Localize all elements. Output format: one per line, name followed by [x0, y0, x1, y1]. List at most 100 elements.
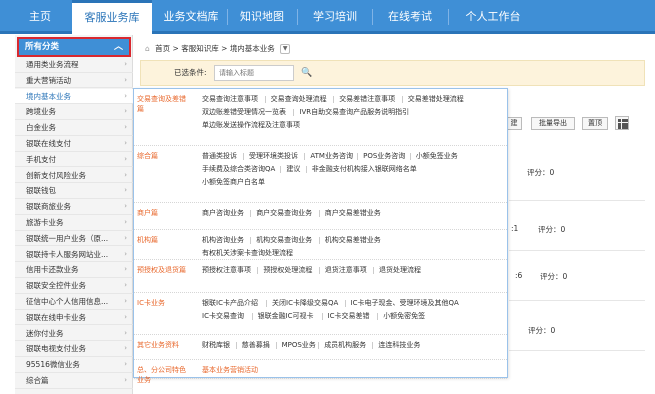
chevron-up-icon[interactable]: ︿ [114, 39, 123, 55]
flyout-link[interactable]: 机构咨询业务 [202, 234, 244, 246]
flyout-link[interactable]: 受理环境类投诉 [249, 150, 298, 162]
flyout-link[interactable]: 机构交易差错业务 [325, 234, 381, 246]
top-navigation: 主页 客服业务库 业务文档库 知识地图 学习培训 在线考试 个人工作台 [0, 0, 655, 34]
chevron-down-icon[interactable]: ▼ [280, 44, 291, 54]
flyout-link[interactable]: 预授权注意事项 [202, 264, 251, 276]
sidebar-item[interactable]: 通用类业务流程 › [15, 57, 133, 73]
sidebar-item[interactable]: 银联统一用户业务（原... › [15, 231, 133, 247]
flyout-link[interactable]: 交易查询注意事项 [202, 93, 258, 105]
flyout-link[interactable]: 连连科技业务 [378, 339, 420, 351]
tab-business-docs[interactable]: 业务文档库 [158, 0, 224, 34]
flyout-link[interactable]: 小额免密免签 [383, 310, 425, 322]
build-button[interactable]: 建 [506, 117, 522, 130]
flyout-link[interactable]: ATM业务咨询 [310, 150, 353, 162]
sidebar-item[interactable]: 信用卡还款业务 › [15, 262, 133, 278]
flyout-category-title[interactable]: 总、分公司特色业务 [137, 365, 187, 385]
flyout-link[interactable]: 财税库银 [202, 339, 230, 351]
flyout-link[interactable]: 交易差错处理流程 [408, 93, 464, 105]
flyout-link[interactable]: 小额免签商户白名单 [202, 176, 265, 188]
flyout-link[interactable]: 退货处理流程 [379, 264, 421, 276]
flyout-category-title[interactable]: 交易查询及差错篇 [137, 94, 187, 114]
flyout-link[interactable]: 商户交易差错业务 [325, 207, 381, 219]
flyout-link[interactable]: IC卡交易查询 [202, 310, 244, 322]
sidebar-item[interactable]: 征信中心个人信用信息... › [15, 294, 133, 310]
sidebar-item[interactable]: 旅游卡业务 › [15, 215, 133, 231]
sidebar-item[interactable]: 重大营销活动 › [15, 73, 133, 89]
sidebar-item[interactable]: 银联在线支付 › [15, 136, 133, 152]
flyout-link[interactable]: 银联IC卡产品介绍 [202, 297, 258, 309]
flyout-link[interactable]: 机构交易查询业务 [256, 234, 312, 246]
chevron-right-icon: › [124, 60, 127, 68]
flyout-link[interactable]: 小额免签业务 [416, 150, 458, 162]
breadcrumb-home[interactable]: 首页 [155, 44, 170, 53]
all-categories-header[interactable]: 所有分类 ︿ [17, 37, 131, 57]
flyout-link[interactable]: MPOS业务 [282, 339, 316, 351]
search-icon[interactable]: 🔍 [301, 65, 315, 81]
link-separator [401, 96, 403, 103]
tab-training[interactable]: 学习培训 [302, 0, 368, 34]
sidebar-item[interactable]: 综合篇 › [15, 373, 133, 389]
flyout-link[interactable]: 退货注意事项 [325, 264, 367, 276]
sidebar-item[interactable]: 创新支付风险业务 › [15, 168, 133, 184]
sidebar-item[interactable]: 银联持卡人服务网站业... › [15, 247, 133, 263]
flyout-link[interactable]: 慈善募捐 [242, 339, 270, 351]
sidebar-item[interactable]: 迷你付业务 › [15, 326, 133, 342]
flyout-link[interactable]: 预授权处理流程 [263, 264, 312, 276]
tab-home[interactable]: 主页 [18, 0, 62, 34]
sidebar-item[interactable]: 银联安全控件业务 › [15, 278, 133, 294]
flyout-category-title[interactable]: 商户篇 [137, 208, 187, 218]
flyout-link[interactable]: 双边账差错受理情况一览表 [202, 106, 286, 118]
chevron-right-icon: › [124, 360, 127, 369]
sidebar-item[interactable]: 95516微信业务 › [15, 357, 133, 373]
flyout-link[interactable]: 成员机构服务 [324, 339, 366, 351]
tab-personal-workbench[interactable]: 个人工作台 [454, 0, 532, 34]
flyout-link[interactable]: 银联金融IC可视卡 [258, 310, 314, 322]
sidebar-item[interactable]: 境内基本业务 › [15, 88, 133, 105]
title-search-input[interactable] [214, 65, 294, 81]
breadcrumb-knowledge-base[interactable]: 客服知识库 [181, 44, 219, 53]
flyout-category-title[interactable]: IC卡业务 [137, 298, 187, 308]
sidebar-item[interactable]: 跨境业务 › [15, 104, 133, 120]
flyout-link[interactable]: 商户交易查询业务 [256, 207, 312, 219]
sidebar-item[interactable]: 手机支付 › [15, 152, 133, 168]
sidebar-item[interactable]: 白金业务 › [15, 120, 133, 136]
sidebar-item[interactable]: 银联在线申卡业务 › [15, 310, 133, 326]
flyout-category-title[interactable]: 预授权及退货篇 [137, 265, 187, 275]
tab-online-exam[interactable]: 在线考试 [377, 0, 443, 34]
flyout-link[interactable]: 有权机关涉案卡查询处理流程 [202, 247, 293, 259]
tab-knowledge-map[interactable]: 知识地图 [232, 0, 292, 34]
batch-export-button[interactable]: 批量导出 [531, 117, 575, 130]
count-text: :1 [511, 224, 519, 233]
sidebar-item-label: 手机支付 [26, 154, 56, 164]
pin-top-button[interactable]: 置顶 [582, 117, 608, 130]
flyout-link[interactable]: IVR自助交易查询产品服务说明指引 [299, 106, 409, 118]
flyout-link[interactable]: 基本业务营销活动 [202, 364, 258, 376]
chevron-right-icon: › [124, 265, 127, 274]
flyout-link[interactable]: 商户咨询业务 [202, 207, 244, 219]
sidebar-item-label: 通用类业务流程 [26, 60, 79, 69]
flyout-link[interactable]: 交易差错注意事项 [339, 93, 395, 105]
flyout-link[interactable]: POS业务咨询 [363, 150, 405, 162]
flyout-link[interactable]: 建议 [286, 163, 300, 175]
flyout-link[interactable]: 关闭IC卡降级交易QA [272, 297, 338, 309]
flyout-link[interactable]: 非金融支付机构接入银联网络名单 [312, 163, 417, 175]
flyout-link[interactable]: 单边账发送操作流程及注意事项 [202, 119, 300, 131]
flyout-link[interactable]: IC卡交易差错 [328, 310, 370, 322]
sidebar-item[interactable]: 银联商旅业务 › [15, 199, 133, 215]
link-separator [275, 342, 277, 349]
flyout-link[interactable]: 交易查询处理流程 [271, 93, 327, 105]
flyout-link[interactable]: 手续费及综合类咨询QA [202, 163, 275, 175]
flyout-category-title[interactable]: 综合篇 [137, 151, 187, 161]
chevron-right-icon: › [124, 249, 127, 258]
sidebar-item[interactable]: 银联钱包 › [15, 183, 133, 199]
row-divider [509, 300, 645, 301]
tab-customer-service-library[interactable]: 客服业务库 [72, 0, 152, 34]
grid-view-icon[interactable] [615, 116, 629, 130]
flyout-category-title[interactable]: 其它业务资料 [137, 340, 187, 350]
flyout-link[interactable]: 普通类投诉 [202, 150, 237, 162]
sidebar-item[interactable]: 银联电视支付业务 › [15, 341, 133, 357]
category-flyout-panel: 交易查询及差错篇 交易查询注意事项 交易查询处理流程 交易差错注意事项 交易差错处理流程… [133, 88, 508, 384]
flyout-category-title[interactable]: 机构篇 [137, 235, 187, 245]
chevron-right-icon: › [124, 328, 127, 337]
flyout-link[interactable]: IC卡电子现金、受理环境及其他QA [351, 297, 459, 309]
